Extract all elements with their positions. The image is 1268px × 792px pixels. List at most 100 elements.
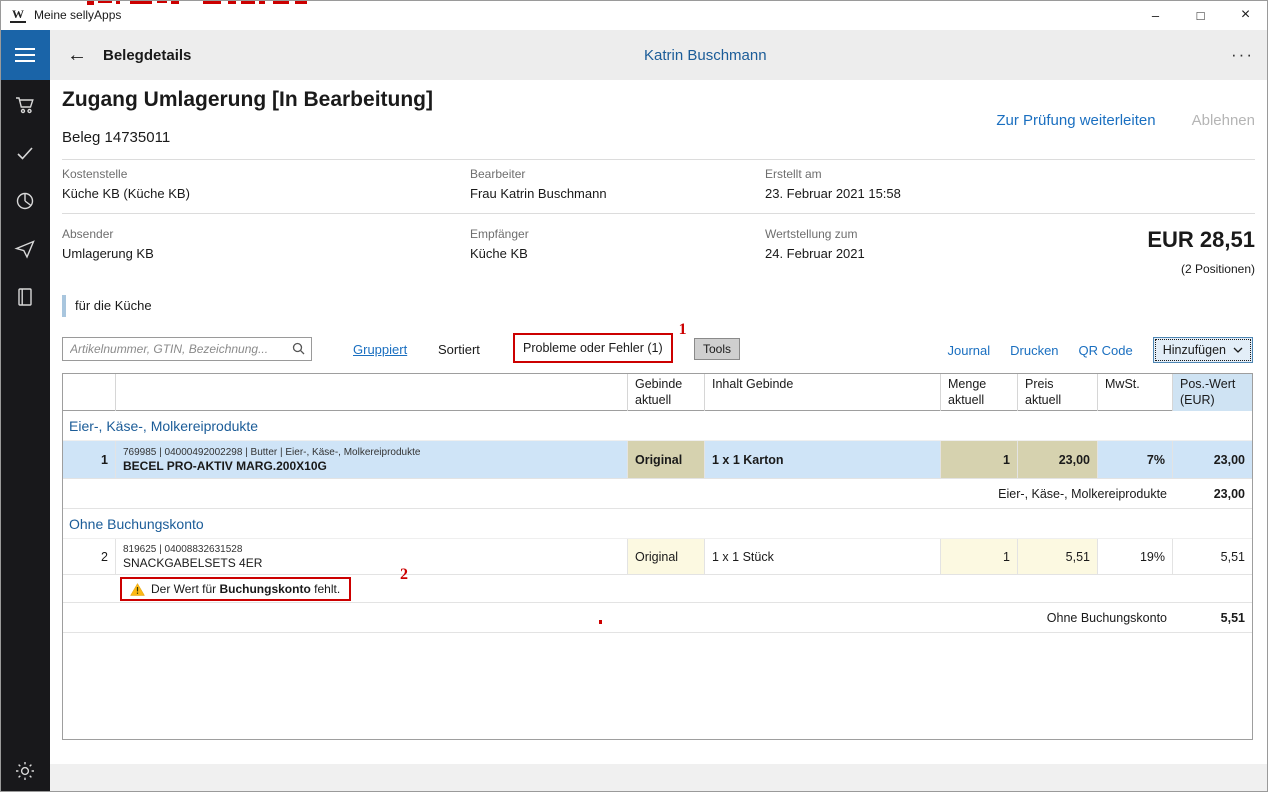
minimize-button[interactable]: –: [1133, 0, 1178, 30]
mwst-cell: 7%: [1098, 441, 1173, 479]
row-number: 2: [63, 539, 116, 575]
kostenstelle-value: Küche KB (Küche KB): [62, 186, 190, 201]
col-rownum: [63, 374, 116, 411]
divider: [62, 213, 1255, 214]
bottom-bar: [50, 764, 1268, 792]
document-number: Beleg 14735011: [62, 129, 170, 146]
search-input[interactable]: [62, 337, 312, 361]
poswert-cell: 23,00: [1173, 441, 1252, 479]
hamburger-menu-icon[interactable]: [0, 30, 50, 80]
subtotal-value: 5,51: [1173, 611, 1252, 625]
gear-icon[interactable]: [0, 760, 50, 782]
subtotal-label: Ohne Buchungskonto: [63, 611, 1173, 625]
article-cell: 769985 | 04000492002298 | Butter | Eier-…: [116, 441, 628, 479]
annotation-box-2: Der Wert für Buchungskonto fehlt. 2: [120, 577, 351, 601]
absender-label: Absender: [62, 227, 113, 241]
divider: [62, 159, 1255, 160]
cart-icon[interactable]: [14, 94, 36, 116]
menge-cell: 1: [941, 539, 1018, 575]
search-box: [62, 337, 312, 361]
wertstellung-label: Wertstellung zum: [765, 227, 857, 241]
preis-cell: 5,51: [1018, 539, 1098, 575]
group-header: Ohne Buchungskonto: [63, 509, 1252, 539]
article-info: 819625 | 04008832631528: [123, 544, 242, 555]
gebinde-cell: Original: [628, 539, 705, 575]
tools-button[interactable]: Tools: [694, 338, 740, 360]
annotation-dot: [599, 620, 602, 624]
col-poswert[interactable]: Pos.-Wert (EUR): [1173, 374, 1252, 411]
col-preis[interactable]: Preis aktuell: [1018, 374, 1098, 411]
absender-value: Umlagerung KB: [62, 246, 154, 261]
group-subtotal-row: Eier-, Käse-, Molkereiprodukte 23,00: [63, 479, 1252, 509]
window-controls: – □ ×: [1133, 0, 1268, 30]
document-title: Zugang Umlagerung [In Bearbeitung]: [62, 88, 433, 112]
reject-link[interactable]: Ablehnen: [1192, 112, 1255, 129]
user-name-link[interactable]: Katrin Buschmann: [644, 30, 767, 80]
problems-filter-link[interactable]: Probleme oder Fehler (1): [523, 341, 663, 355]
add-button-label: Hinzufügen: [1163, 343, 1226, 357]
subtotal-label: Eier-, Käse-, Molkereiprodukte: [63, 487, 1173, 501]
subtotal-value: 23,00: [1173, 487, 1252, 501]
mwst-cell: 19%: [1098, 539, 1173, 575]
row-number: 1: [63, 441, 116, 479]
annotation-label-2: 2: [400, 566, 408, 584]
positions-count: (2 Positionen): [1181, 262, 1255, 276]
wertstellung-value: 24. Februar 2021: [765, 246, 865, 261]
chevron-down-icon: [1233, 347, 1243, 353]
inhalt-cell: 1 x 1 Karton: [705, 441, 941, 479]
search-icon[interactable]: [292, 342, 305, 360]
col-menge[interactable]: Menge aktuell: [941, 374, 1018, 411]
col-gebinde[interactable]: Gebinde aktuell: [628, 374, 705, 411]
add-button[interactable]: Hinzufügen: [1153, 337, 1253, 363]
check-icon[interactable]: [14, 142, 36, 164]
group-header: Eier-, Käse-, Molkereiprodukte: [63, 411, 1252, 441]
warning-row: Der Wert für Buchungskonto fehlt. 2: [63, 575, 1252, 603]
annotation-label-1: 1: [679, 321, 687, 339]
document-note: für die Küche: [62, 295, 152, 317]
table-header-row: Gebinde aktuell Inhalt Gebinde Menge akt…: [63, 374, 1252, 411]
grouped-link[interactable]: Gruppiert: [353, 342, 407, 357]
gebinde-cell: Original: [628, 441, 705, 479]
print-link[interactable]: Drucken: [1010, 343, 1058, 358]
article-cell: 819625 | 04008832631528 SNACKGABELSETS 4…: [116, 539, 628, 575]
sidebar-nav: [0, 80, 50, 792]
close-button[interactable]: ×: [1223, 0, 1268, 30]
document-total: EUR 28,51: [1147, 227, 1255, 253]
empfaenger-value: Küche KB: [470, 246, 528, 261]
col-inhalt[interactable]: Inhalt Gebinde: [705, 374, 941, 411]
erstellt-label: Erstellt am: [765, 167, 822, 181]
table-empty-area: [63, 633, 1252, 739]
erstellt-value: 23. Februar 2021 15:58: [765, 186, 901, 201]
page-title: Belegdetails: [103, 30, 191, 80]
article-name: SNACKGABELSETS 4ER: [123, 556, 262, 570]
book-icon[interactable]: [14, 286, 36, 308]
pie-chart-icon[interactable]: [14, 190, 36, 212]
preis-cell: 23,00: [1018, 441, 1098, 479]
table-row[interactable]: 2 819625 | 04008832631528 SNACKGABELSETS…: [63, 539, 1252, 575]
empfaenger-label: Empfänger: [470, 227, 529, 241]
more-options-icon[interactable]: ···: [1231, 30, 1254, 80]
menge-cell: 1: [941, 441, 1018, 479]
window-titlebar: Meine sellyApps – □ ×: [0, 0, 1268, 30]
article-info: 769985 | 04000492002298 | Butter | Eier-…: [123, 447, 420, 458]
app-logo-icon: [10, 7, 26, 23]
positions-table: Gebinde aktuell Inhalt Gebinde Menge akt…: [62, 373, 1253, 740]
table-row[interactable]: 1 769985 | 04000492002298 | Butter | Eie…: [63, 441, 1252, 479]
maximize-button[interactable]: □: [1178, 0, 1223, 30]
back-button[interactable]: ←: [58, 30, 96, 80]
kostenstelle-label: Kostenstelle: [62, 167, 127, 181]
bearbeiter-label: Bearbeiter: [470, 167, 525, 181]
send-icon[interactable]: [14, 238, 36, 260]
warning-message: Der Wert für Buchungskonto fehlt.: [151, 582, 340, 596]
app-header: ← Belegdetails Katrin Buschmann ···: [0, 30, 1268, 80]
journal-link[interactable]: Journal: [947, 343, 990, 358]
poswert-cell: 5,51: [1173, 539, 1252, 575]
forward-for-review-link[interactable]: Zur Prüfung weiterleiten: [996, 112, 1155, 129]
inhalt-cell: 1 x 1 Stück: [705, 539, 941, 575]
col-mwst[interactable]: MwSt.: [1098, 374, 1173, 411]
qr-code-link[interactable]: QR Code: [1079, 343, 1133, 358]
warning-icon: [130, 583, 145, 596]
bearbeiter-value: Frau Katrin Buschmann: [470, 186, 607, 201]
window-title: Meine sellyApps: [34, 8, 121, 22]
sorted-link[interactable]: Sortiert: [438, 342, 480, 357]
